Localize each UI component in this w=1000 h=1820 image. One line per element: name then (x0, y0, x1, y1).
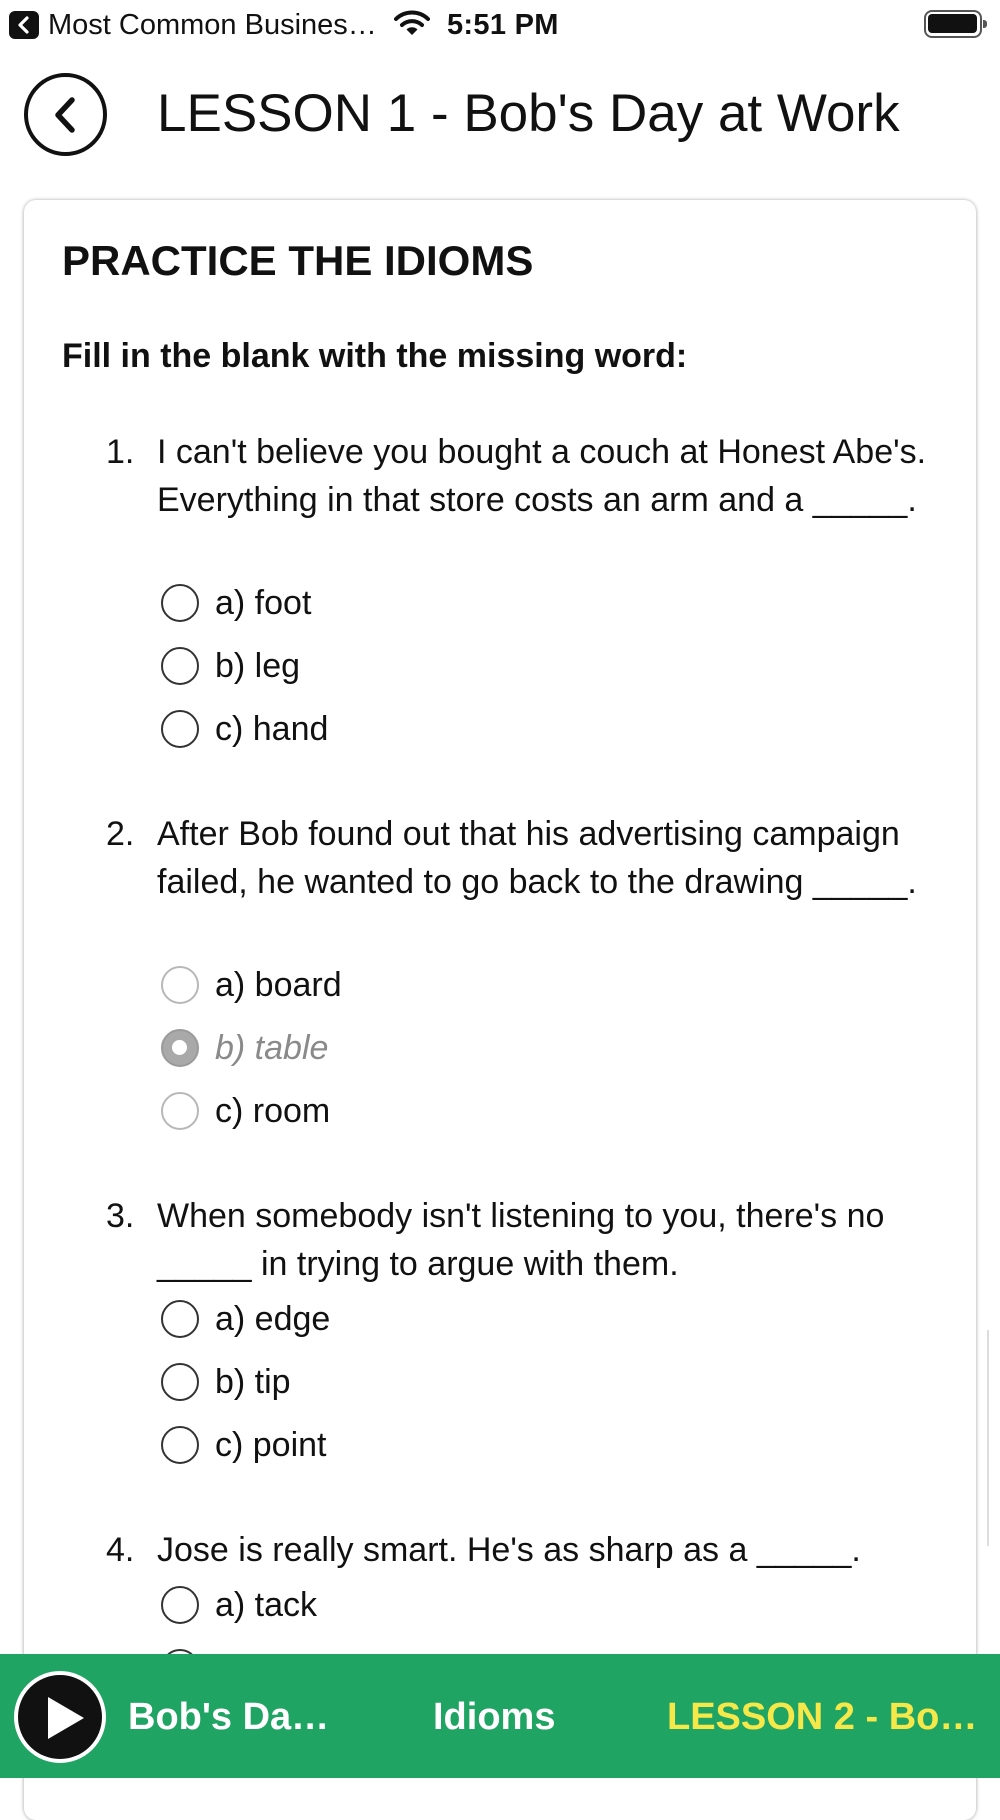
status-bar: Most Common Busines… 5:51 PM (0, 0, 1000, 52)
option-label-selected: b) table (215, 1029, 329, 1067)
play-icon (48, 1697, 84, 1739)
option-label: a) tack (215, 1586, 318, 1624)
question-text: Jose is really smart. He's as sharp as a… (157, 1531, 861, 1569)
radio-button[interactable] (161, 1426, 199, 1464)
option-label: c) hand (215, 710, 329, 748)
option-label: b) tip (215, 1363, 291, 1401)
radio-button[interactable] (161, 584, 199, 622)
next-lesson-link[interactable]: LESSON 2 - Bo… (667, 1695, 985, 1739)
option-point[interactable]: c) point (161, 1423, 761, 1473)
option-leg[interactable]: b) leg (161, 644, 761, 694)
page-title: LESSON 1 - Bob's Day at Work (157, 84, 900, 143)
option-foot[interactable]: a) foot (161, 581, 761, 631)
chevron-left-icon (18, 16, 29, 34)
instruction-text: Fill in the blank with the missing word: (62, 337, 688, 375)
idioms-link[interactable]: Idioms (433, 1695, 563, 1739)
radio-button[interactable] (161, 1092, 199, 1130)
radio-button[interactable] (161, 710, 199, 748)
exercise-card: PRACTICE THE IDIOMS Fill in the blank wi… (24, 200, 976, 1820)
option-label: a) edge (215, 1300, 331, 1338)
option-table[interactable]: b) table (161, 1026, 761, 1076)
question-text: When somebody isn't listening to you, th… (157, 1197, 885, 1283)
option-label: a) foot (215, 584, 312, 622)
question-number: 4. (106, 1531, 135, 1569)
battery-icon (924, 10, 987, 38)
radio-button-selected[interactable] (161, 1029, 199, 1067)
option-board[interactable]: a) board (161, 963, 761, 1013)
option-label: c) room (215, 1092, 331, 1130)
section-title: PRACTICE THE IDIOMS (62, 237, 534, 284)
play-button[interactable] (14, 1671, 106, 1763)
status-time: 5:51 PM (447, 9, 559, 41)
option-tack[interactable]: a) tack (161, 1583, 761, 1633)
option-label: b) leg (215, 647, 301, 685)
current-lesson-link[interactable]: Bob's Da… (128, 1695, 333, 1739)
option-room[interactable]: c) room (161, 1089, 761, 1139)
option-label: a) board (215, 966, 342, 1004)
scroll-indicator[interactable] (987, 1330, 989, 1546)
bottom-navigation-bar: Bob's Da… Idioms LESSON 2 - Bo… (0, 1654, 1000, 1778)
status-back-app-name[interactable]: Most Common Busines… (48, 8, 377, 42)
radio-button[interactable] (161, 647, 199, 685)
wifi-icon (394, 10, 430, 35)
option-edge[interactable]: a) edge (161, 1297, 761, 1347)
question-number: 1. (106, 433, 135, 471)
chevron-left-icon (55, 97, 75, 133)
question-text: After Bob found out that his advertising… (157, 815, 917, 901)
option-tip[interactable]: b) tip (161, 1360, 761, 1410)
option-label: c) point (215, 1426, 327, 1464)
back-button[interactable] (24, 73, 107, 156)
radio-button[interactable] (161, 1363, 199, 1401)
status-back-button[interactable] (9, 11, 39, 39)
question-text: I can't believe you bought a couch at Ho… (157, 433, 927, 519)
radio-button[interactable] (161, 966, 199, 1004)
question-number: 3. (106, 1197, 135, 1235)
option-hand[interactable]: c) hand (161, 707, 761, 757)
radio-button[interactable] (161, 1300, 199, 1338)
question-number: 2. (106, 815, 135, 853)
radio-button[interactable] (161, 1586, 199, 1624)
